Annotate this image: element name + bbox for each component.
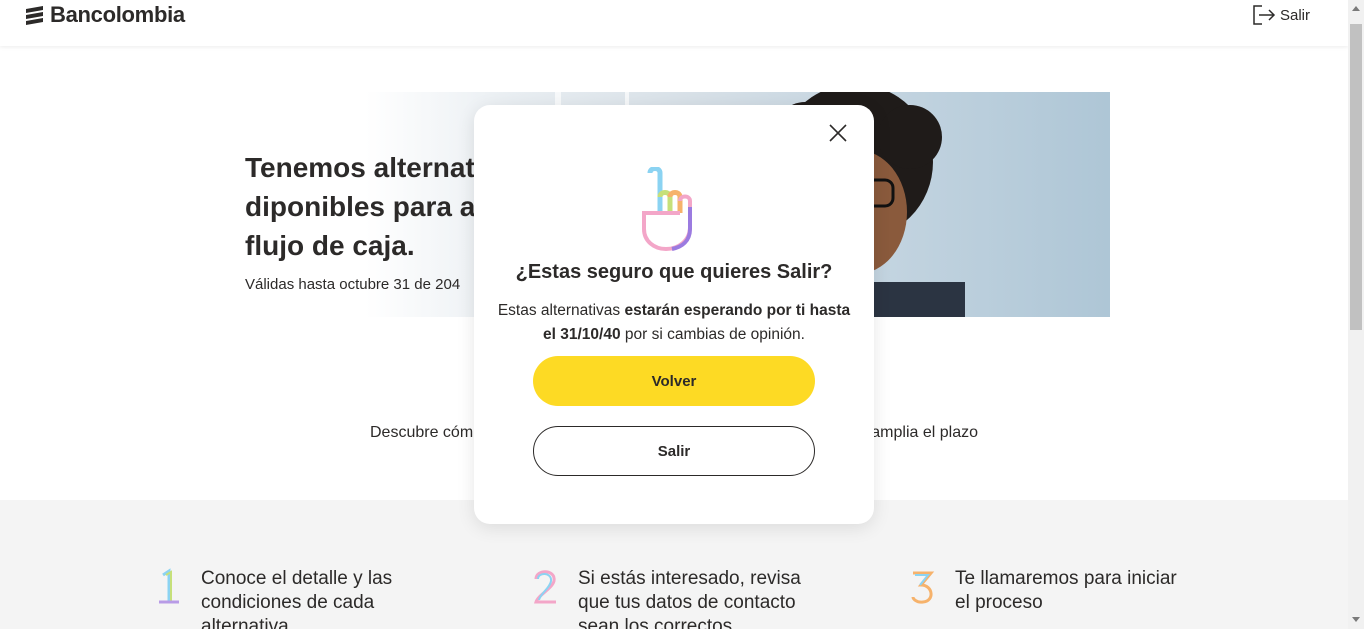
exit-confirmation-modal: ¿Estas seguro que quieres Salir? Estas a… <box>474 105 874 524</box>
modal-body-suffix: por si cambias de opinión. <box>620 326 805 343</box>
modal-title: ¿Estas seguro que quieres Salir? <box>515 261 833 283</box>
scroll-down-arrow-icon[interactable] <box>1352 617 1360 622</box>
close-icon[interactable] <box>826 121 850 145</box>
raised-hand-icon <box>642 167 692 252</box>
vertical-scrollbar[interactable] <box>1348 0 1364 629</box>
scrollbar-thumb[interactable] <box>1350 24 1362 330</box>
scroll-up-arrow-icon[interactable] <box>1352 6 1360 11</box>
exit-button[interactable]: Salir <box>533 426 815 476</box>
page: Bancolombia Salir Tenemos alternat dipon… <box>0 0 1348 629</box>
modal-body-prefix: Estas alternativas <box>497 302 625 319</box>
back-button[interactable]: Volver <box>533 356 815 406</box>
modal-body-text: Estas alternativas estarán esperando por… <box>494 299 854 347</box>
